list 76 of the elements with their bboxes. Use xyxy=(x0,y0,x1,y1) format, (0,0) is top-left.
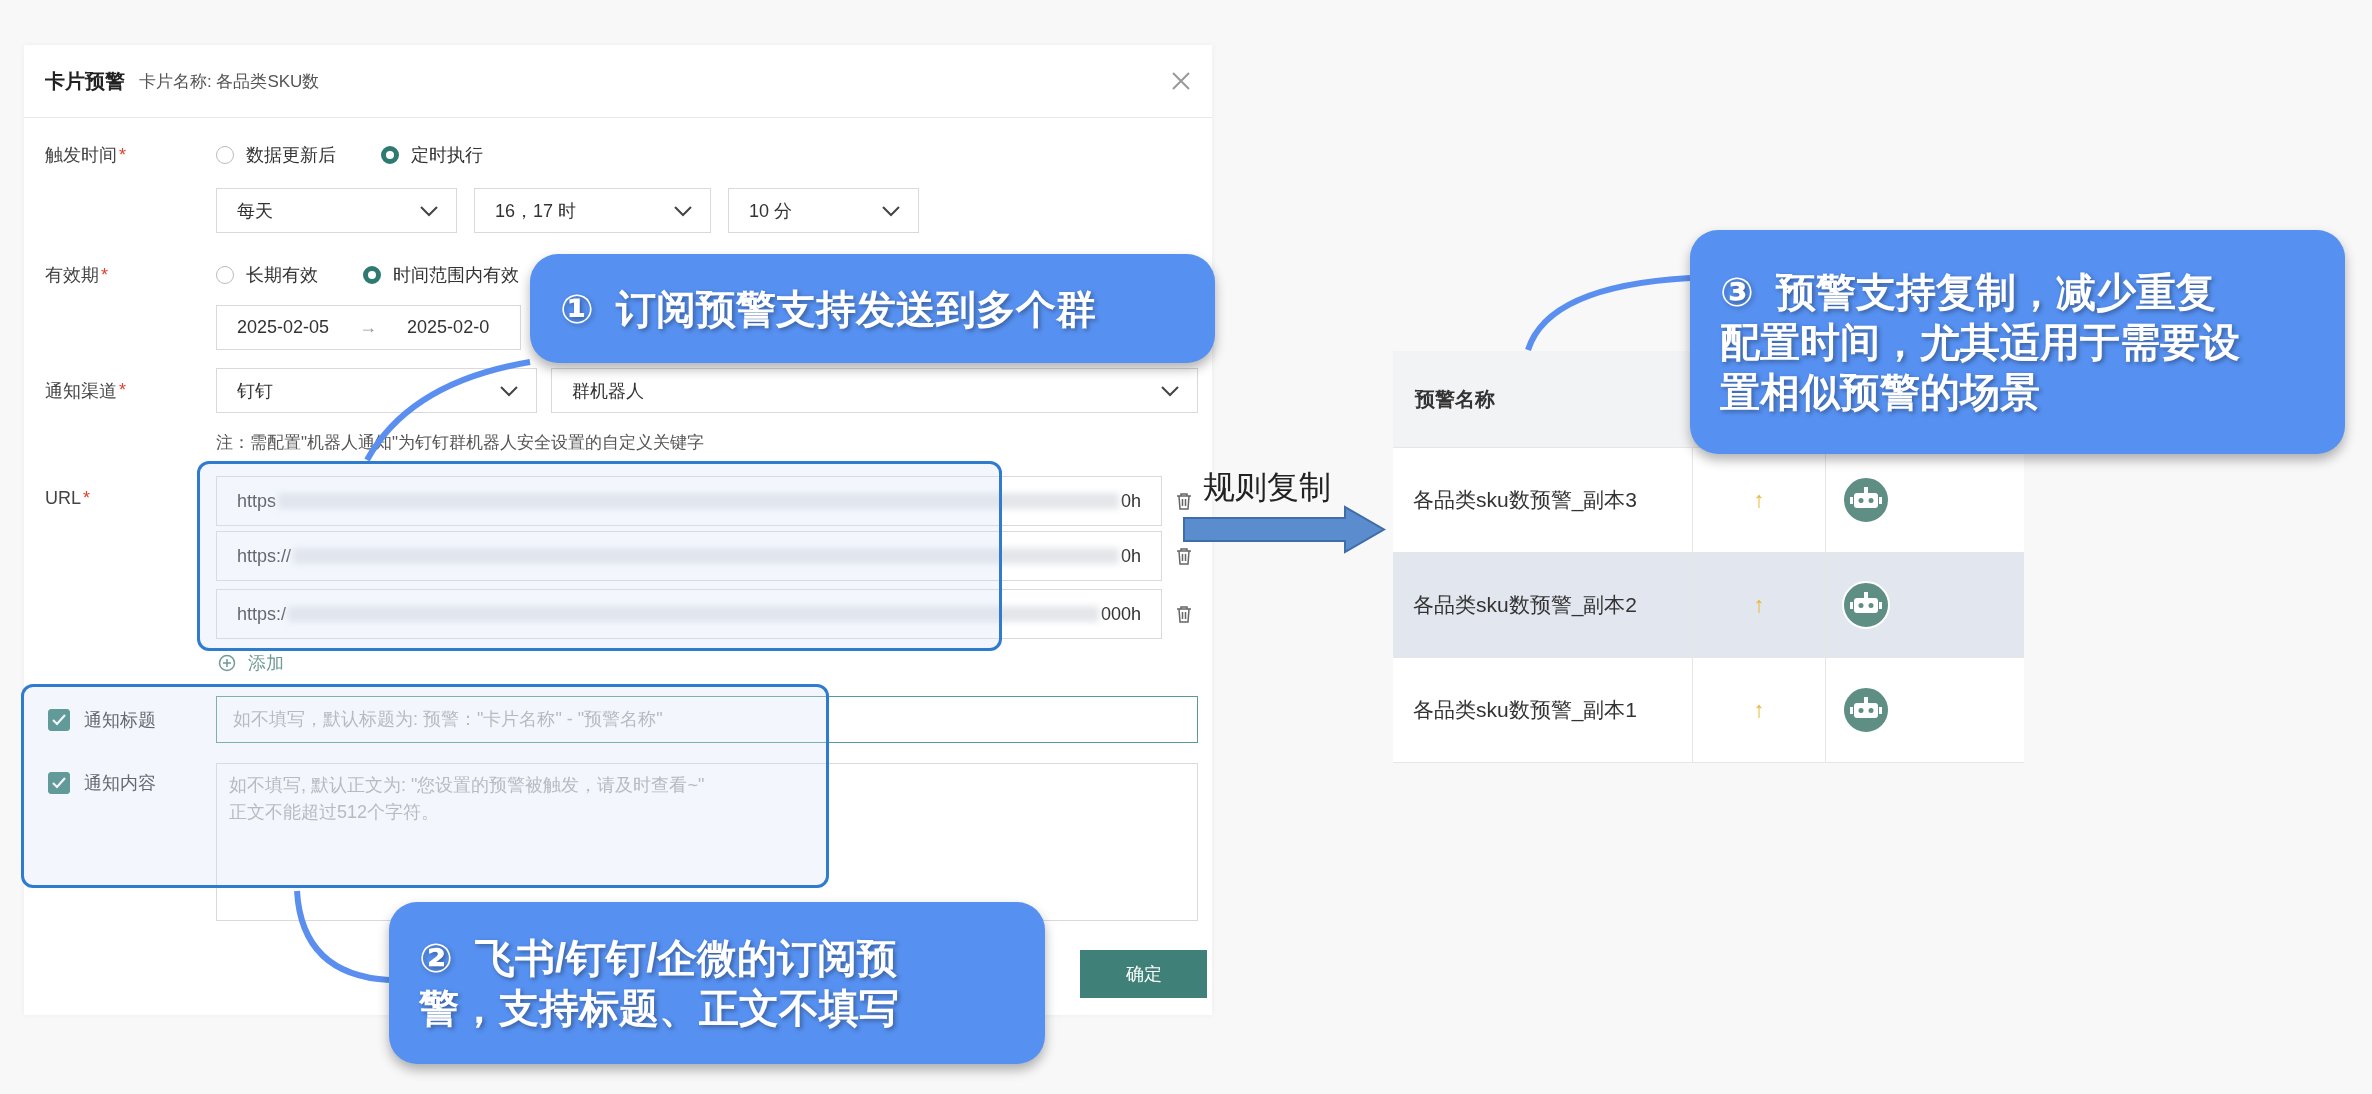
title-input-field[interactable]: 如不填写，默认标题为: 预警："卡片名称" - "预警名称" xyxy=(216,696,1198,743)
trend-arrow: ↑ xyxy=(1753,487,1765,513)
url-field[interactable]: https:/ 000h xyxy=(216,589,1162,639)
table-row[interactable]: 各品类sku数预警_副本2 ↑ xyxy=(1393,553,2024,658)
trash-icon[interactable] xyxy=(1176,492,1192,510)
radio-button[interactable] xyxy=(381,146,399,164)
field-label: 通知渠道 xyxy=(45,379,117,403)
date-range-field[interactable]: 2025-02-05 → 2025-02-0 xyxy=(216,305,521,350)
url-field[interactable]: https 0h xyxy=(216,476,1162,526)
radio-label: 数据更新后 xyxy=(246,144,336,167)
checkbox-label: 通知标题 xyxy=(84,708,156,732)
date-end: 2025-02-0 xyxy=(407,317,490,338)
dialog-title: 卡片预警 xyxy=(45,68,125,94)
required-mark: * xyxy=(119,380,126,401)
dialog-subtitle: 卡片名称: 各品类SKU数 xyxy=(139,70,320,93)
chevron-down-icon xyxy=(672,203,694,218)
callout: ② 飞书/钉钉/企微的订阅预警，支持标题、正文不填写 xyxy=(389,902,1045,1064)
checkbox-label: 通知内容 xyxy=(84,772,156,795)
rule-name: 各品类sku数预警_副本3 xyxy=(1413,487,1638,514)
date-separator: → xyxy=(359,317,378,338)
select-field[interactable]: 每天 xyxy=(216,188,457,233)
select-value: 10 分 xyxy=(749,199,793,223)
checkmark-icon xyxy=(52,777,66,789)
url-text: https xyxy=(237,490,277,512)
url-text: https:// xyxy=(237,545,292,567)
close-icon[interactable] xyxy=(1171,71,1191,91)
callout: ① 订阅预警支持发送到多个群 xyxy=(530,254,1215,363)
url-text: 0h xyxy=(1120,545,1141,567)
field-label: URL xyxy=(45,488,81,509)
required-mark: * xyxy=(83,488,91,509)
table-row[interactable]: 各品类sku数预警_副本3 ↑ xyxy=(1393,448,2024,553)
trend-arrow: ↑ xyxy=(1753,697,1765,723)
select-value: 16，17 时 xyxy=(495,199,577,223)
right-arrow-icon xyxy=(1183,505,1386,554)
date-start: 2025-02-05 xyxy=(237,317,330,338)
select-value: 群机器人 xyxy=(572,379,644,403)
chevron-down-icon xyxy=(418,203,440,218)
field-label: 触发时间 xyxy=(45,144,117,167)
chevron-down-icon xyxy=(880,203,902,218)
url-text: 0h xyxy=(1120,490,1141,512)
confirm-button[interactable]: 确定 xyxy=(1080,950,1207,998)
robot-icon xyxy=(1842,476,1890,524)
url-text: https:/ xyxy=(237,603,287,625)
checkbox[interactable] xyxy=(48,772,70,794)
required-mark: * xyxy=(101,264,108,286)
select-value: 每天 xyxy=(237,199,273,223)
chevron-down-icon xyxy=(498,383,520,398)
trend-arrow: ↑ xyxy=(1753,592,1765,618)
select-field[interactable]: 钉钉 xyxy=(216,368,537,413)
rule-name: 各品类sku数预警_副本1 xyxy=(1413,697,1638,724)
table-row[interactable]: 各品类sku数预警_副本1 ↑ xyxy=(1393,658,2024,763)
robot-icon xyxy=(1842,581,1890,629)
radio-label: 时间范围内有效 xyxy=(393,264,519,287)
robot-icon xyxy=(1842,686,1890,734)
column-header: 预警名称 xyxy=(1415,386,1495,412)
url-field[interactable]: https:// 0h xyxy=(216,531,1162,581)
required-mark: * xyxy=(119,144,126,166)
rule-name: 各品类sku数预警_副本2 xyxy=(1413,592,1638,619)
radio-button[interactable] xyxy=(363,266,381,284)
trash-icon[interactable] xyxy=(1176,547,1192,565)
checkmark-icon xyxy=(52,713,66,726)
field-label: 有效期 xyxy=(45,264,99,287)
radio-label: 长期有效 xyxy=(246,264,318,287)
arrow-label: 规则复制 xyxy=(1203,468,1331,507)
url-text: 000h xyxy=(1100,603,1141,625)
select-field[interactable]: 群机器人 xyxy=(551,368,1198,413)
plus-circle-icon[interactable] xyxy=(218,654,236,672)
radio-label: 定时执行 xyxy=(411,144,483,167)
trash-icon[interactable] xyxy=(1176,605,1192,623)
checkbox[interactable] xyxy=(48,708,70,731)
content-text-area[interactable]: 如不填写, 默认正文为: "您设置的预警被触发，请及时查看~" 正文不能超过512个字符。 xyxy=(216,763,1198,921)
select-field[interactable]: 10 分 xyxy=(728,188,919,233)
callout: ③ 预警支持复制，减少重复配置时间，尤其适用于需要设置相似预警的场景 xyxy=(1690,230,2345,454)
select-value: 钉钉 xyxy=(237,379,273,403)
select-field[interactable]: 16，17 时 xyxy=(474,188,711,233)
chevron-down-icon xyxy=(1159,383,1181,398)
